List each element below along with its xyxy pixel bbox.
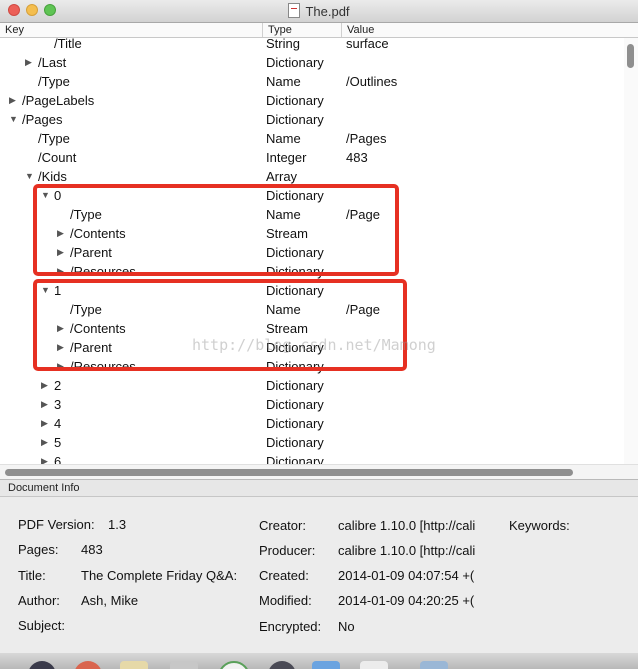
tree-row-type: Dictionary	[266, 454, 324, 464]
tree-row[interactable]: ▶ 3 Dictionary	[0, 395, 624, 414]
info-label-pages: Pages:	[18, 542, 59, 557]
tree-row-key: 5	[54, 435, 62, 450]
outline-column-header: Key Type Value	[0, 23, 638, 38]
tree-row-type: Dictionary	[266, 112, 324, 127]
tree-row[interactable]: ▶ 2 Dictionary	[0, 376, 624, 395]
tree-row-type: Dictionary	[266, 416, 324, 431]
tree-row[interactable]: /Type Name/Pages	[0, 129, 624, 148]
info-value-creator: calibre 1.10.0 [http://cali	[338, 518, 476, 533]
info-value-title: The Complete Friday Q&A:	[81, 568, 238, 583]
dock-app-icon[interactable]	[268, 661, 296, 669]
tree-row[interactable]: ▶ /Last Dictionary	[0, 53, 624, 72]
tree-row-value: 483	[346, 150, 368, 165]
tree-row-key: 6	[54, 454, 62, 464]
tree-row-type: Dictionary	[266, 397, 324, 412]
dock-app-icon[interactable]	[312, 661, 340, 669]
tree-row-key: /Pages	[22, 112, 63, 127]
tree-row-key: 4	[54, 416, 62, 431]
tree-row[interactable]: ▶ /PageLabels Dictionary	[0, 91, 624, 110]
disclosure-collapsed-icon[interactable]: ▶	[9, 91, 16, 110]
column-header-value[interactable]: Value	[342, 23, 638, 37]
tree-row-key: /PageLabels	[22, 93, 95, 108]
tree-row-type: Dictionary	[266, 435, 324, 450]
info-value-pdf-version: 1.3	[108, 517, 127, 532]
tree-row-type: Name	[266, 131, 301, 146]
tree-row[interactable]: /Type Name/Outlines	[0, 72, 624, 91]
column-header-key[interactable]: Key	[0, 23, 263, 37]
info-label-modified: Modified:	[259, 593, 312, 608]
info-value-pages: 483	[81, 542, 103, 557]
info-label-title: Title:	[18, 568, 46, 583]
tree-row[interactable]: ▼ /Pages Dictionary	[0, 110, 624, 129]
info-value-author: Ash, Mike	[81, 593, 139, 608]
info-value-producer: calibre 1.10.0 [http://cali	[338, 543, 476, 558]
tree-row[interactable]: ▶ 6 Dictionary	[0, 452, 624, 464]
window-title-text: The.pdf	[305, 4, 350, 19]
tree-row-value: surface	[346, 38, 389, 51]
info-label-subject: Subject:	[18, 618, 65, 633]
document-info-title: Document Info	[8, 482, 80, 494]
dock	[0, 653, 638, 669]
info-label-encrypted: Encrypted:	[259, 619, 322, 634]
dock-app-icon[interactable]	[420, 661, 448, 669]
highlight-box-page-1	[33, 279, 407, 371]
info-label-pdf-version: PDF Version:	[18, 517, 95, 532]
info-value-created: 2014-01-09 04:07:54 +(	[338, 568, 475, 583]
tree-row-value: /Outlines	[346, 74, 398, 89]
tree-row[interactable]: ▶ 4 Dictionary	[0, 414, 624, 433]
disclosure-collapsed-icon[interactable]: ▶	[41, 433, 48, 452]
window-titlebar[interactable]: The.pdf	[0, 0, 638, 23]
disclosure-collapsed-icon[interactable]: ▶	[41, 395, 48, 414]
info-value-encrypted: No	[338, 619, 355, 634]
vertical-scroll-thumb[interactable]	[627, 44, 634, 68]
dock-app-icon[interactable]	[28, 661, 56, 669]
tree-row[interactable]: /Count Integer 483	[0, 148, 624, 167]
dock-app-icon[interactable]	[120, 661, 148, 669]
dock-app-icon[interactable]	[74, 661, 102, 669]
tree-row-type: Dictionary	[266, 55, 324, 70]
tree-row-type: Name	[266, 74, 301, 89]
column-header-type[interactable]: Type	[263, 23, 342, 37]
tree-row-key: /Type	[38, 131, 70, 146]
disclosure-collapsed-icon[interactable]: ▶	[41, 452, 48, 464]
tree-row-type: Integer	[266, 150, 307, 165]
dock-app-icon[interactable]	[360, 661, 388, 669]
tree-row-type: Dictionary	[266, 378, 324, 393]
tree-row-key: /Count	[38, 150, 77, 165]
disclosure-collapsed-icon[interactable]: ▶	[25, 53, 32, 72]
highlight-box-page-0	[33, 184, 399, 276]
pdf-document-icon	[288, 3, 301, 18]
vertical-scrollbar[interactable]	[624, 38, 638, 464]
disclosure-expanded-icon[interactable]: ▼	[9, 110, 18, 129]
dock-app-icon[interactable]	[218, 661, 250, 669]
tree-row-key: /Last	[38, 55, 67, 70]
pdf-object-tree[interactable]: ▶ 6 Dictionary ▶ 5 Dictionary ▶ 4 Dictionary ▶ 3 Di…	[0, 38, 624, 464]
tree-row-key: /Type	[38, 74, 70, 89]
info-label-producer: Producer:	[259, 543, 316, 558]
info-label-created: Created:	[259, 568, 309, 583]
disclosure-expanded-icon[interactable]: ▼	[25, 167, 34, 186]
info-label-keywords: Keywords:	[509, 518, 570, 533]
document-info-panel: PDF Version: 1.3 Pages: 483 Title: The C…	[0, 497, 638, 653]
disclosure-collapsed-icon[interactable]: ▶	[41, 376, 48, 395]
document-info-header: Document Info	[0, 479, 638, 497]
info-value-modified: 2014-01-09 04:20:25 +(	[338, 593, 475, 608]
window-title: The.pdf	[0, 3, 638, 19]
info-label-creator: Creator:	[259, 518, 306, 533]
tree-row-key: /Title	[54, 38, 82, 51]
tree-row-type: String	[266, 38, 300, 51]
horizontal-scrollbar[interactable]	[0, 464, 638, 479]
tree-row[interactable]: /Title String surface	[0, 38, 624, 53]
horizontal-scroll-thumb[interactable]	[5, 469, 573, 476]
info-label-author: Author:	[18, 593, 60, 608]
tree-row-value: /Pages	[346, 131, 387, 146]
tree-row-key: 3	[54, 397, 62, 412]
disclosure-collapsed-icon[interactable]: ▶	[41, 414, 48, 433]
tree-row-type: Dictionary	[266, 93, 324, 108]
tree-row-key: 2	[54, 378, 62, 393]
tree-row[interactable]: ▶ 5 Dictionary	[0, 433, 624, 452]
dock-app-icon[interactable]	[170, 661, 198, 669]
